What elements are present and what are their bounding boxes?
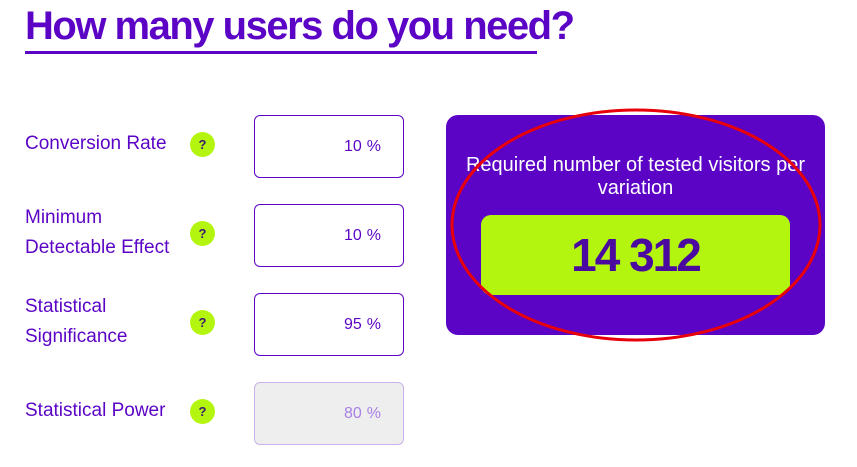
page-title: How many users do you need?: [25, 4, 575, 48]
conversion-rate-help-icon[interactable]: ?: [190, 132, 215, 157]
statistical-significance-field[interactable]: 95 %: [254, 293, 404, 356]
minimum-detectable-effect-unit: %: [366, 226, 381, 244]
minimum-detectable-effect-field[interactable]: 10 %: [254, 204, 404, 267]
conversion-rate-value: 10: [343, 137, 362, 155]
statistical-significance-value: 95: [343, 315, 362, 333]
minimum-detectable-effect-value: 10: [343, 226, 362, 244]
statistical-significance-help-icon[interactable]: ?: [190, 310, 215, 335]
statistical-power-value: 80: [343, 404, 362, 422]
minimum-detectable-effect-help-icon[interactable]: ?: [190, 221, 215, 246]
required-visitors-result: 14 312: [481, 215, 790, 295]
result-label: Required number of tested visitors per v…: [465, 154, 806, 199]
statistical-significance-label: Statistical Significance: [25, 296, 128, 347]
conversion-rate-label: Conversion Rate: [25, 133, 167, 154]
result-card: Required number of tested visitors per v…: [446, 115, 825, 335]
title-underline: [25, 51, 537, 54]
calculator-page: How many users do you need? Conversion R…: [0, 0, 857, 467]
statistical-significance-unit: %: [366, 315, 381, 333]
statistical-power-help-icon[interactable]: ?: [190, 399, 215, 424]
conversion-rate-field[interactable]: 10 %: [254, 115, 404, 178]
statistical-power-label: Statistical Power: [25, 400, 166, 421]
minimum-detectable-effect-label: Minimum Detectable Effect: [25, 207, 170, 258]
statistical-power-field: 80 %: [254, 382, 404, 445]
conversion-rate-unit: %: [366, 137, 381, 155]
statistical-power-unit: %: [366, 404, 381, 422]
